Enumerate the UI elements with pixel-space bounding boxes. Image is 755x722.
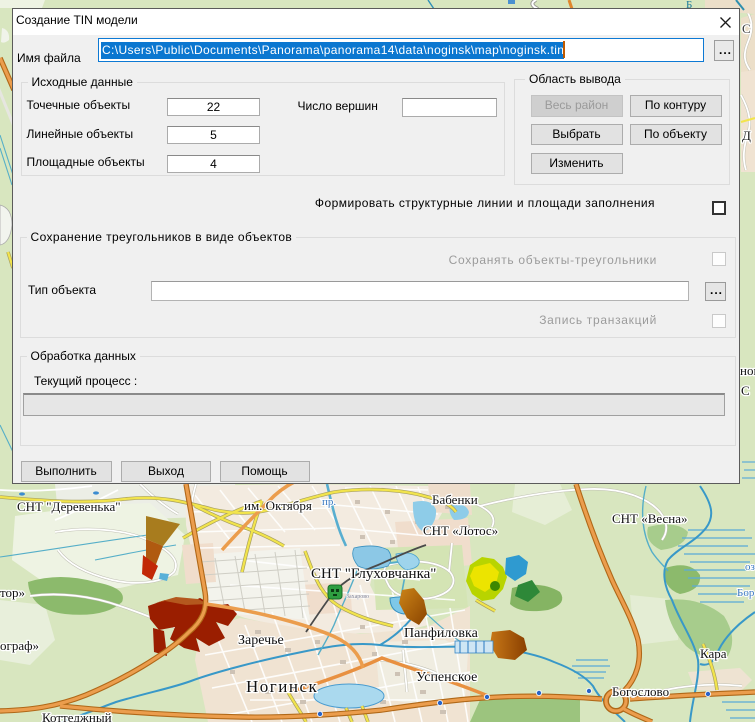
svg-text:Бор: Бор — [737, 587, 755, 599]
svg-text:Коттеджный: Коттеджный — [42, 710, 112, 722]
svg-text:ноп: ноп — [740, 363, 755, 378]
svg-text:тор»: тор» — [0, 585, 25, 600]
svg-text:С: С — [742, 21, 751, 36]
svg-text:Заречье: Заречье — [238, 633, 284, 648]
svg-text:СНТ "Деревенька": СНТ "Деревенька" — [17, 499, 121, 514]
svg-text:ограф»: ограф» — [0, 638, 39, 653]
svg-text:Успенское: Успенское — [416, 670, 477, 685]
svg-text:СНТ "Глуховчанка": СНТ "Глуховчанка" — [311, 566, 436, 582]
svg-text:Ногинск: Ногинск — [246, 677, 318, 696]
svg-text:Панфиловка: Панфиловка — [404, 626, 479, 641]
svg-text:Бабенки: Бабенки — [432, 492, 478, 507]
svg-text:им. Октября: им. Октября — [244, 498, 312, 513]
svg-text:пр.: пр. — [322, 496, 336, 508]
svg-text:СНТ «Весна»: СНТ «Весна» — [612, 511, 688, 526]
svg-text:СНТ «Лотос»: СНТ «Лотос» — [423, 523, 498, 538]
svg-text:оз: оз — [745, 561, 755, 573]
svg-text:Кара: Кара — [700, 646, 727, 661]
svg-text:Богослово: Богослово — [612, 684, 669, 699]
svg-text:С: С — [741, 383, 750, 398]
svg-text:Д: Д — [742, 128, 751, 143]
svg-text:Захарово: Захарово — [346, 594, 369, 600]
